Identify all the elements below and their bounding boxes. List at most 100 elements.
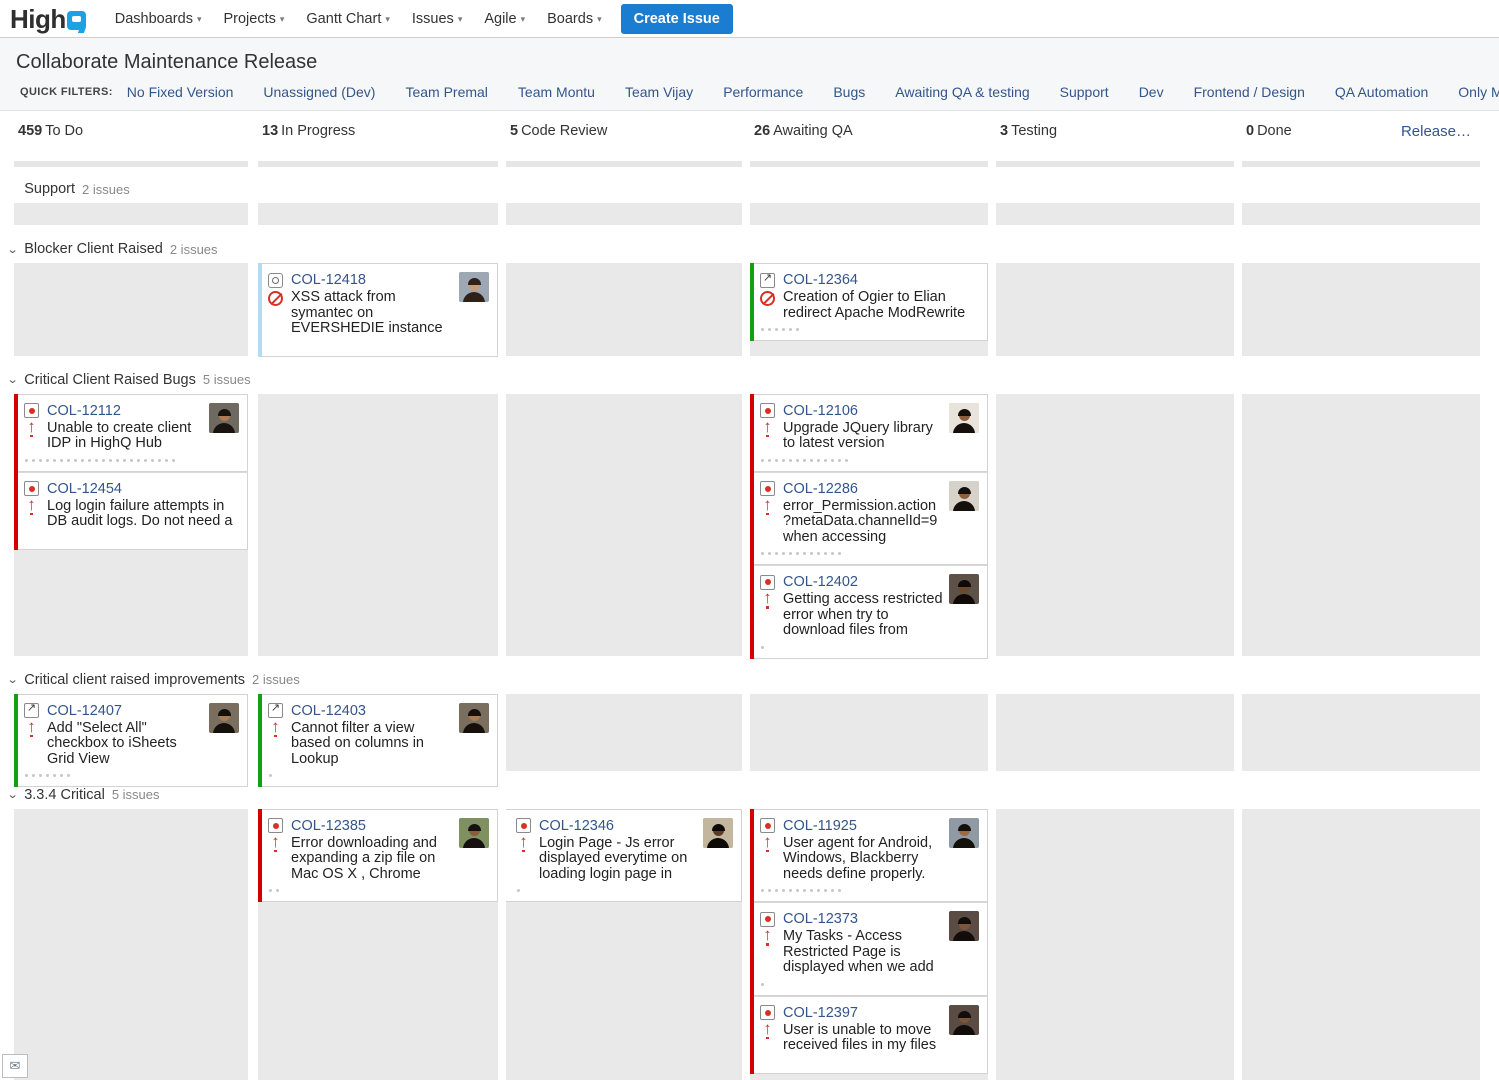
issue-key-link[interactable]: COL-12346 xyxy=(539,818,614,834)
quick-filter-dev[interactable]: Dev xyxy=(1139,84,1164,100)
swimlane-column-cell[interactable] xyxy=(1242,394,1480,656)
issue-card[interactable]: COL-12454Log login failure attempts in D… xyxy=(14,472,248,550)
column-header-awaiting-qa[interactable]: 26Awaiting QA xyxy=(750,111,853,139)
issue-key-link[interactable]: COL-12418 xyxy=(291,272,366,288)
swimlane-column-cell[interactable]: COL-12106Upgrade JQuery library to lates… xyxy=(750,394,988,656)
quick-filter-team-vijay[interactable]: Team Vijay xyxy=(625,84,693,100)
nav-item-agile[interactable]: Agile▾ xyxy=(473,5,536,33)
column-header-to-do[interactable]: 459To Do xyxy=(14,111,83,139)
issue-card[interactable]: COL-12403Cannot filter a view based on c… xyxy=(258,694,498,788)
chevron-down-icon[interactable]: ⌄ xyxy=(7,243,19,256)
swimlane-column-cell[interactable] xyxy=(1242,694,1480,771)
swimlane-column-cell[interactable] xyxy=(996,203,1234,225)
chevron-down-icon: ▾ xyxy=(458,14,463,25)
quick-filter-only-my-iss[interactable]: Only My Iss xyxy=(1458,84,1499,100)
chevron-down-icon[interactable]: ⌄ xyxy=(7,673,19,686)
progress-dot xyxy=(768,889,771,892)
chevron-down-icon: ▾ xyxy=(521,14,526,25)
swimlane-column-cell[interactable]: COL-12403Cannot filter a view based on c… xyxy=(258,694,498,771)
quick-filter-qa-automation[interactable]: QA Automation xyxy=(1335,84,1428,100)
issue-key-link[interactable]: COL-12385 xyxy=(291,818,366,834)
swimlane-column-cell[interactable]: COL-12112Unable to create client IDP in … xyxy=(14,394,248,656)
column-header-code-review[interactable]: 5Code Review xyxy=(506,111,607,139)
issue-card[interactable]: COL-12106Upgrade JQuery library to lates… xyxy=(750,394,988,472)
issue-key-link[interactable]: COL-12364 xyxy=(783,272,858,288)
swimlane-column-cell[interactable] xyxy=(750,694,988,771)
swimlane-column-cell[interactable] xyxy=(258,394,498,656)
chevron-down-icon[interactable]: ⌄ xyxy=(7,373,19,386)
swimlane-column-cell[interactable] xyxy=(506,263,742,356)
swimlane-column-cell[interactable]: COL-12418XSS attack from symantec on EVE… xyxy=(258,263,498,356)
issue-key-link[interactable]: COL-12286 xyxy=(783,481,858,497)
swimlane-column-cell[interactable] xyxy=(506,203,742,225)
nav-item-projects[interactable]: Projects▾ xyxy=(212,5,295,33)
issue-card[interactable]: COL-12385Error downloading and expanding… xyxy=(258,809,498,903)
issue-card[interactable]: COL-12346Login Page - Js error displayed… xyxy=(506,809,742,903)
quick-filter-performance[interactable]: Performance xyxy=(723,84,803,100)
issue-card[interactable]: COL-12418XSS attack from symantec on EVE… xyxy=(258,263,498,357)
issue-card[interactable]: COL-12112Unable to create client IDP in … xyxy=(14,394,248,472)
swimlane-column-cell[interactable] xyxy=(14,263,248,356)
issue-card[interactable]: COL-12364Creation of Ogier to Elian redi… xyxy=(750,263,988,341)
issue-key-link[interactable]: COL-12106 xyxy=(783,403,858,419)
nav-item-boards[interactable]: Boards▾ xyxy=(536,5,612,33)
swimlane-column-cell[interactable] xyxy=(996,809,1234,1080)
critical-icon xyxy=(24,422,39,438)
nav-item-gantt-chart[interactable]: Gantt Chart▾ xyxy=(295,5,400,33)
swimlane-column-cell[interactable] xyxy=(1242,809,1480,1080)
issue-key-link[interactable]: COL-12397 xyxy=(783,1005,858,1021)
release-link[interactable]: Release… xyxy=(1401,111,1485,140)
issue-card[interactable]: COL-11925User agent for Android, Windows… xyxy=(750,809,988,903)
column-header-in-progress[interactable]: 13In Progress xyxy=(258,111,355,139)
swimlane-column-cell[interactable] xyxy=(506,394,742,656)
mail-icon[interactable]: ✉ xyxy=(2,1054,28,1078)
quick-filter-frontend-design[interactable]: Frontend / Design xyxy=(1194,84,1305,100)
swimlane-header[interactable]: ⌄Critical Client Raised Bugs5 issues xyxy=(0,366,1499,394)
issue-key-link[interactable]: COL-11925 xyxy=(783,818,857,834)
issue-key-link[interactable]: COL-12373 xyxy=(783,911,858,927)
swimlane-column-cell[interactable]: COL-11925User agent for Android, Windows… xyxy=(750,809,988,1080)
issue-card[interactable]: COL-12373My Tasks - Access Restricted Pa… xyxy=(750,902,988,996)
swimlane-column-cell[interactable] xyxy=(14,203,248,225)
swimlane-column-cell[interactable] xyxy=(996,263,1234,356)
issue-key-link[interactable]: COL-12403 xyxy=(291,703,366,719)
quick-filter-support[interactable]: Support xyxy=(1060,84,1109,100)
quick-filter-no-fixed-version[interactable]: No Fixed Version xyxy=(127,84,234,100)
issue-card[interactable]: COL-12407Add "Select All" checkbox to iS… xyxy=(14,694,248,788)
issue-card[interactable]: COL-12286error_Permission.action?metaDat… xyxy=(750,472,988,566)
swimlane-header[interactable]: ⌄Critical client raised improvements2 is… xyxy=(0,666,1499,694)
swimlane-column-cell[interactable]: COL-12385Error downloading and expanding… xyxy=(258,809,498,1080)
swimlane-column-cell[interactable] xyxy=(506,694,742,771)
issue-card[interactable]: COL-12402Getting access restricted error… xyxy=(750,565,988,659)
chevron-down-icon[interactable]: ⌄ xyxy=(7,788,19,801)
swimlane-column-cell[interactable] xyxy=(996,694,1234,771)
column-header-done[interactable]: 0Done xyxy=(1242,111,1292,139)
column-issue-count: 13 xyxy=(262,123,278,139)
swimlane-column-cell[interactable]: COL-12346Login Page - Js error displayed… xyxy=(506,809,742,1080)
issue-key-link[interactable]: COL-12112 xyxy=(47,403,121,419)
quick-filter-awaiting-qa-testing[interactable]: Awaiting QA & testing xyxy=(895,84,1029,100)
issue-key-link[interactable]: COL-12402 xyxy=(783,574,858,590)
swimlane-column-cell[interactable] xyxy=(1242,263,1480,356)
swimlane-header[interactable]: ⌄Support2 issues xyxy=(0,175,1499,203)
issue-key-link[interactable]: COL-12407 xyxy=(47,703,122,719)
swimlane-column-cell[interactable]: COL-12407Add "Select All" checkbox to iS… xyxy=(14,694,248,771)
quick-filter-team-premal[interactable]: Team Premal xyxy=(405,84,487,100)
quick-filter-team-montu[interactable]: Team Montu xyxy=(518,84,595,100)
nav-item-dashboards[interactable]: Dashboards▾ xyxy=(104,5,213,33)
swimlane-column-cell[interactable] xyxy=(996,394,1234,656)
swimlane-column-cell[interactable]: COL-12364Creation of Ogier to Elian redi… xyxy=(750,263,988,356)
swimlane-column-cell[interactable] xyxy=(1242,203,1480,225)
create-issue-button[interactable]: Create Issue xyxy=(621,4,733,34)
swimlane-header[interactable]: ⌄Blocker Client Raised2 issues xyxy=(0,235,1499,263)
column-header-testing[interactable]: 3Testing xyxy=(996,111,1057,139)
highq-logo[interactable]: High xyxy=(10,6,86,32)
swimlane-column-cell[interactable] xyxy=(14,809,248,1080)
nav-item-issues[interactable]: Issues▾ xyxy=(401,5,473,33)
quick-filter-unassigned-dev[interactable]: Unassigned (Dev) xyxy=(263,84,375,100)
swimlane-column-cell[interactable] xyxy=(258,203,498,225)
quick-filter-bugs[interactable]: Bugs xyxy=(833,84,865,100)
swimlane-column-cell[interactable] xyxy=(750,203,988,225)
issue-key-link[interactable]: COL-12454 xyxy=(47,481,122,497)
issue-card[interactable]: COL-12397User is unable to move received… xyxy=(750,996,988,1074)
